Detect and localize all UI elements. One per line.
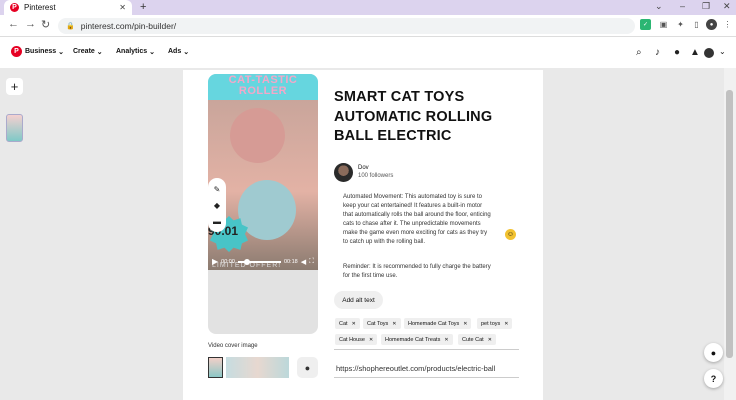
chevron-down-icon: ⌄	[58, 49, 64, 56]
tag-chip[interactable]: Cat ✕	[335, 318, 360, 329]
volume-icon[interactable]: ◀	[301, 258, 306, 266]
tags-underline	[334, 349, 519, 350]
profile-avatar-icon[interactable]: ●	[706, 19, 717, 30]
current-time: 00:00	[221, 258, 235, 265]
account-chevron-icon[interactable]: ⌄	[719, 47, 726, 56]
tag-chip[interactable]: Homemade Cat Toys ✕	[404, 318, 472, 329]
url-text: pinterest.com/pin-builder/	[80, 21, 177, 31]
menu-analytics[interactable]: Analytics ⌄	[116, 48, 155, 56]
tag-chip[interactable]: Cat Toys ✕	[363, 318, 401, 329]
cover-frame-strip[interactable]	[226, 357, 289, 378]
tab-title: Pinterest	[24, 3, 56, 12]
pencil-icon[interactable]: ✎	[214, 185, 221, 194]
trash-icon[interactable]: ▬	[213, 217, 221, 226]
fullscreen-icon[interactable]: ⛶	[309, 258, 314, 266]
video-overlay-title: CAT-TASTIC ROLLER	[228, 74, 298, 97]
chevron-down-icon: ⌄	[149, 49, 155, 56]
lightbulb-icon[interactable]: ●	[704, 343, 723, 362]
shield-extension-icon[interactable]: ✓	[640, 19, 651, 30]
notifications-bell-icon[interactable]: ♪	[655, 47, 660, 58]
minimize-button[interactable]: –	[680, 1, 685, 11]
total-time: 00:18	[283, 258, 298, 265]
menu-ads[interactable]: Ads ⌄	[168, 48, 189, 56]
menu-create[interactable]: Create ⌄	[73, 48, 103, 56]
video-controls: ▶ 00:00 00:18 ◀ ⛶	[208, 253, 318, 270]
close-window-button[interactable]: ✕	[723, 1, 731, 12]
remove-tag-icon[interactable]: ✕	[392, 321, 396, 327]
menu-business[interactable]: Business ⌄	[25, 48, 64, 56]
pin-reminder[interactable]: Reminder: It is recommended to fully cha…	[343, 263, 493, 281]
pin-description[interactable]: Automated Movement: This automated toy i…	[343, 193, 493, 247]
help-button[interactable]: ?	[704, 369, 723, 388]
add-alt-text-button[interactable]: Add alt text	[334, 291, 383, 309]
tab-close-icon[interactable]: ✕	[119, 3, 126, 12]
play-icon[interactable]: ▶	[212, 257, 218, 266]
media-toolbar: ✎ ◆ ▬	[208, 178, 226, 232]
remove-tag-icon[interactable]: ✕	[488, 337, 492, 343]
remove-tag-icon[interactable]: ✕	[369, 337, 373, 343]
tag-icon[interactable]: ◆	[214, 201, 220, 210]
tag-chip[interactable]: pet toys ✕	[477, 318, 513, 329]
lock-icon: 🔒	[66, 23, 75, 30]
link-underline	[334, 377, 519, 378]
avatar	[334, 163, 353, 182]
destination-link-field[interactable]: https://shophereoutlet.com/products/elec…	[336, 364, 495, 373]
progress-knob[interactable]	[243, 258, 250, 265]
chevron-down-icon: ⌄	[96, 49, 103, 56]
kebab-menu-icon[interactable]: ⋮	[722, 19, 733, 30]
sidebar-icon[interactable]: ▯	[691, 19, 702, 30]
user-avatar[interactable]	[704, 48, 714, 58]
remove-tag-icon[interactable]: ✕	[463, 321, 467, 327]
browser-tab[interactable]: P Pinterest ✕	[4, 0, 132, 15]
pinterest-header	[0, 38, 736, 68]
video-progress-bar[interactable]	[237, 258, 281, 265]
pinterest-favicon-icon: P	[10, 3, 19, 12]
maximize-button[interactable]: ❐	[702, 1, 710, 12]
tag-chip[interactable]: Homemade Cat Treats ✕	[381, 334, 453, 345]
emoji-picker-icon[interactable]: ☺	[505, 229, 516, 240]
follower-count: 100 followers	[358, 173, 394, 179]
pin-title[interactable]: SMART CAT TOYS AUTOMATIC ROLLING BALL EL…	[334, 88, 514, 147]
blue-ball-image	[238, 180, 296, 240]
remove-tag-icon[interactable]: ✕	[504, 321, 508, 327]
cover-image-label: Video cover image	[208, 343, 258, 349]
pin-draft-thumbnail[interactable]	[6, 114, 23, 142]
pinterest-logo-icon[interactable]: P	[11, 46, 22, 57]
upload-cover-button[interactable]: ●	[297, 357, 318, 378]
messages-icon[interactable]: ●	[674, 47, 680, 58]
search-icon[interactable]: ⌕	[636, 47, 642, 58]
pink-ball-image	[230, 108, 285, 163]
puzzle-icon[interactable]: ✦	[675, 19, 686, 30]
reload-icon[interactable]: ↻	[41, 18, 50, 31]
cover-frame-selected[interactable]	[208, 357, 223, 378]
back-arrow-icon[interactable]: ←	[8, 18, 19, 30]
chevron-down-icon: ⌄	[183, 49, 190, 56]
scrollbar-thumb[interactable]	[726, 90, 733, 358]
tag-chip[interactable]: Cute Cat ✕	[458, 334, 496, 345]
user-name: Dov	[358, 165, 369, 171]
tab-search-icon[interactable]: ⌄	[655, 1, 663, 12]
forward-arrow-icon[interactable]: →	[25, 18, 36, 30]
extension-icon[interactable]: ▣	[658, 19, 669, 30]
updates-icon[interactable]: ▲	[690, 47, 700, 58]
tag-chip[interactable]: Cat House ✕	[335, 334, 378, 345]
new-tab-button[interactable]: +	[140, 1, 146, 13]
remove-tag-icon[interactable]: ✕	[444, 337, 448, 343]
add-pin-button[interactable]: +	[6, 78, 23, 95]
remove-tag-icon[interactable]: ✕	[352, 321, 356, 327]
url-field[interactable]: 🔒 pinterest.com/pin-builder/	[58, 18, 635, 34]
